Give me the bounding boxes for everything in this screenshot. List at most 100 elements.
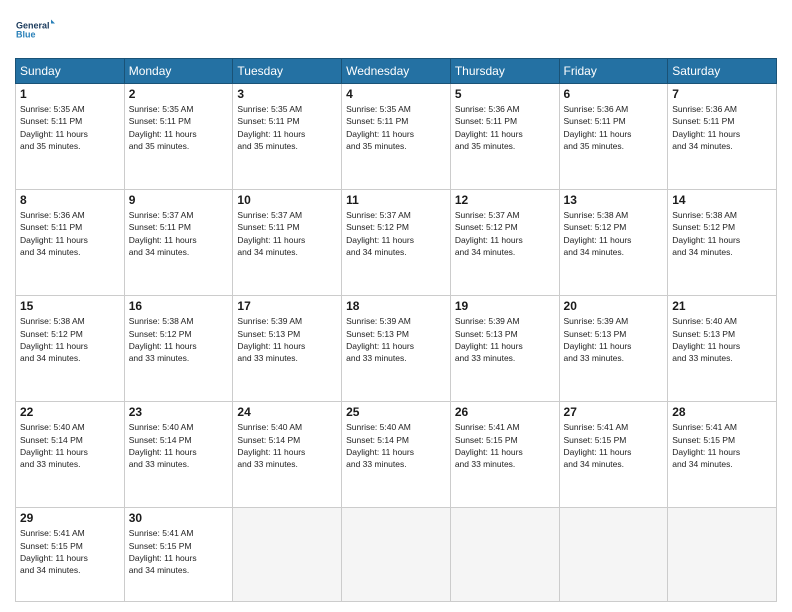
calendar-cell: 2 Sunrise: 5:35 AMSunset: 5:11 PMDaylight… <box>124 84 233 190</box>
day-number: 27 <box>564 405 664 419</box>
calendar-cell <box>233 508 342 602</box>
day-number: 6 <box>564 87 664 101</box>
day-number: 13 <box>564 193 664 207</box>
day-info: Sunrise: 5:37 AMSunset: 5:11 PMDaylight:… <box>237 209 337 258</box>
calendar-cell: 29 Sunrise: 5:41 AMSunset: 5:15 PMDayligh… <box>16 508 125 602</box>
calendar-cell <box>450 508 559 602</box>
day-info: Sunrise: 5:41 AMSunset: 5:15 PMDaylight:… <box>455 421 555 470</box>
day-number: 11 <box>346 193 446 207</box>
calendar-cell: 6 Sunrise: 5:36 AMSunset: 5:11 PMDaylight… <box>559 84 668 190</box>
page: General Blue SundayMondayTuesdayWednesda… <box>0 0 792 612</box>
day-info: Sunrise: 5:36 AMSunset: 5:11 PMDaylight:… <box>20 209 120 258</box>
weekday-header-wednesday: Wednesday <box>342 59 451 84</box>
calendar-cell: 12 Sunrise: 5:37 AMSunset: 5:12 PMDayligh… <box>450 190 559 296</box>
day-info: Sunrise: 5:38 AMSunset: 5:12 PMDaylight:… <box>672 209 772 258</box>
day-info: Sunrise: 5:41 AMSunset: 5:15 PMDaylight:… <box>129 527 229 576</box>
day-info: Sunrise: 5:39 AMSunset: 5:13 PMDaylight:… <box>237 315 337 364</box>
header: General Blue <box>15 10 777 50</box>
day-number: 16 <box>129 299 229 313</box>
day-info: Sunrise: 5:39 AMSunset: 5:13 PMDaylight:… <box>564 315 664 364</box>
day-info: Sunrise: 5:38 AMSunset: 5:12 PMDaylight:… <box>129 315 229 364</box>
calendar-cell: 26 Sunrise: 5:41 AMSunset: 5:15 PMDayligh… <box>450 402 559 508</box>
calendar-cell: 20Sunrise: 5:39 AMSunset: 5:13 PMDayligh… <box>559 296 668 402</box>
calendar-cell: 21 Sunrise: 5:40 AMSunset: 5:13 PMDayligh… <box>668 296 777 402</box>
calendar-cell: 22 Sunrise: 5:40 AMSunset: 5:14 PMDayligh… <box>16 402 125 508</box>
svg-text:General: General <box>16 21 50 31</box>
calendar-cell: 7Sunrise: 5:36 AMSunset: 5:11 PMDaylight… <box>668 84 777 190</box>
calendar-week-4: 22 Sunrise: 5:40 AMSunset: 5:14 PMDayligh… <box>16 402 777 508</box>
calendar-cell <box>668 508 777 602</box>
calendar-cell: 13Sunrise: 5:38 AMSunset: 5:12 PMDayligh… <box>559 190 668 296</box>
day-number: 30 <box>129 511 229 525</box>
day-info: Sunrise: 5:41 AMSunset: 5:15 PMDaylight:… <box>564 421 664 470</box>
day-number: 21 <box>672 299 772 313</box>
day-number: 5 <box>455 87 555 101</box>
day-number: 28 <box>672 405 772 419</box>
day-number: 8 <box>20 193 120 207</box>
calendar-cell: 10 Sunrise: 5:37 AMSunset: 5:11 PMDayligh… <box>233 190 342 296</box>
logo: General Blue <box>15 10 55 50</box>
day-info: Sunrise: 5:41 AMSunset: 5:15 PMDaylight:… <box>672 421 772 470</box>
svg-text:Blue: Blue <box>16 30 36 40</box>
day-number: 25 <box>346 405 446 419</box>
day-info: Sunrise: 5:35 AMSunset: 5:11 PMDaylight:… <box>346 103 446 152</box>
day-info: Sunrise: 5:39 AMSunset: 5:13 PMDaylight:… <box>346 315 446 364</box>
calendar-week-5: 29 Sunrise: 5:41 AMSunset: 5:15 PMDayligh… <box>16 508 777 602</box>
day-info: Sunrise: 5:36 AMSunset: 5:11 PMDaylight:… <box>564 103 664 152</box>
day-number: 18 <box>346 299 446 313</box>
day-number: 24 <box>237 405 337 419</box>
day-number: 2 <box>129 87 229 101</box>
calendar-cell: 30 Sunrise: 5:41 AMSunset: 5:15 PMDayligh… <box>124 508 233 602</box>
day-number: 19 <box>455 299 555 313</box>
weekday-header-tuesday: Tuesday <box>233 59 342 84</box>
weekday-header-friday: Friday <box>559 59 668 84</box>
day-number: 23 <box>129 405 229 419</box>
day-info: Sunrise: 5:40 AMSunset: 5:14 PMDaylight:… <box>346 421 446 470</box>
calendar-cell <box>342 508 451 602</box>
calendar-cell: 16 Sunrise: 5:38 AMSunset: 5:12 PMDayligh… <box>124 296 233 402</box>
day-number: 15 <box>20 299 120 313</box>
day-info: Sunrise: 5:35 AMSunset: 5:11 PMDaylight:… <box>129 103 229 152</box>
day-info: Sunrise: 5:41 AMSunset: 5:15 PMDaylight:… <box>20 527 120 576</box>
day-info: Sunrise: 5:37 AMSunset: 5:11 PMDaylight:… <box>129 209 229 258</box>
day-info: Sunrise: 5:40 AMSunset: 5:14 PMDaylight:… <box>129 421 229 470</box>
day-info: Sunrise: 5:36 AMSunset: 5:11 PMDaylight:… <box>455 103 555 152</box>
day-info: Sunrise: 5:40 AMSunset: 5:14 PMDaylight:… <box>20 421 120 470</box>
calendar-cell: 4 Sunrise: 5:35 AMSunset: 5:11 PMDaylight… <box>342 84 451 190</box>
day-info: Sunrise: 5:37 AMSunset: 5:12 PMDaylight:… <box>346 209 446 258</box>
weekday-header-thursday: Thursday <box>450 59 559 84</box>
day-number: 14 <box>672 193 772 207</box>
day-info: Sunrise: 5:37 AMSunset: 5:12 PMDaylight:… <box>455 209 555 258</box>
day-number: 17 <box>237 299 337 313</box>
day-number: 29 <box>20 511 120 525</box>
calendar-week-2: 8 Sunrise: 5:36 AMSunset: 5:11 PMDaylight… <box>16 190 777 296</box>
calendar-cell <box>559 508 668 602</box>
calendar-cell: 1Sunrise: 5:35 AMSunset: 5:11 PMDaylight… <box>16 84 125 190</box>
calendar-cell: 8 Sunrise: 5:36 AMSunset: 5:11 PMDaylight… <box>16 190 125 296</box>
calendar-cell: 3Sunrise: 5:35 AMSunset: 5:11 PMDaylight… <box>233 84 342 190</box>
day-number: 10 <box>237 193 337 207</box>
day-number: 26 <box>455 405 555 419</box>
weekday-header-monday: Monday <box>124 59 233 84</box>
calendar-cell: 28 Sunrise: 5:41 AMSunset: 5:15 PMDayligh… <box>668 402 777 508</box>
calendar-cell: 19Sunrise: 5:39 AMSunset: 5:13 PMDayligh… <box>450 296 559 402</box>
day-info: Sunrise: 5:40 AMSunset: 5:13 PMDaylight:… <box>672 315 772 364</box>
day-number: 3 <box>237 87 337 101</box>
day-number: 12 <box>455 193 555 207</box>
calendar-cell: 25 Sunrise: 5:40 AMSunset: 5:14 PMDayligh… <box>342 402 451 508</box>
calendar-cell: 24Sunrise: 5:40 AMSunset: 5:14 PMDayligh… <box>233 402 342 508</box>
day-info: Sunrise: 5:36 AMSunset: 5:11 PMDaylight:… <box>672 103 772 152</box>
calendar-cell: 9 Sunrise: 5:37 AMSunset: 5:11 PMDaylight… <box>124 190 233 296</box>
day-number: 9 <box>129 193 229 207</box>
calendar-cell: 27 Sunrise: 5:41 AMSunset: 5:15 PMDayligh… <box>559 402 668 508</box>
logo-svg: General Blue <box>15 10 55 50</box>
calendar-cell: 5 Sunrise: 5:36 AMSunset: 5:11 PMDaylight… <box>450 84 559 190</box>
weekday-header-row: SundayMondayTuesdayWednesdayThursdayFrid… <box>16 59 777 84</box>
day-info: Sunrise: 5:38 AMSunset: 5:12 PMDaylight:… <box>20 315 120 364</box>
weekday-header-sunday: Sunday <box>16 59 125 84</box>
calendar-week-3: 15 Sunrise: 5:38 AMSunset: 5:12 PMDayligh… <box>16 296 777 402</box>
calendar-cell: 15 Sunrise: 5:38 AMSunset: 5:12 PMDayligh… <box>16 296 125 402</box>
calendar-table: SundayMondayTuesdayWednesdayThursdayFrid… <box>15 58 777 602</box>
day-number: 22 <box>20 405 120 419</box>
day-number: 4 <box>346 87 446 101</box>
